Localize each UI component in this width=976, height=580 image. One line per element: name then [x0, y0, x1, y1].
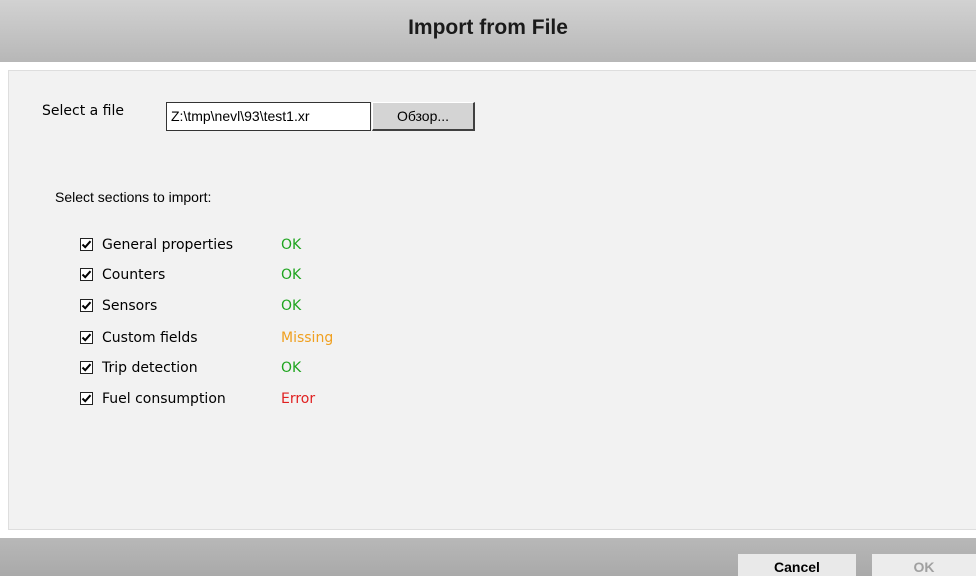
section-label: General properties: [102, 237, 234, 253]
section-status: Error: [281, 391, 316, 407]
section-status: Missing: [281, 330, 334, 346]
section-label: Custom fields: [102, 330, 198, 346]
section-status: OK: [281, 360, 302, 376]
dialog-footer: Cancel OK: [0, 538, 976, 576]
dialog-titlebar: Import from File: [0, 0, 976, 62]
select-file-label: Select a file: [42, 103, 124, 119]
ok-button[interactable]: OK: [872, 554, 976, 576]
file-path-input[interactable]: Z:\tmp\nevl\93\test1.xr: [166, 102, 371, 131]
sensors-checkbox[interactable]: [80, 299, 93, 312]
section-label: Fuel consumption: [102, 391, 226, 407]
counters-checkbox[interactable]: [80, 268, 93, 281]
section-label: Sensors: [102, 298, 158, 314]
sections-heading: Select sections to import:: [55, 189, 212, 205]
section-label: Trip detection: [102, 360, 198, 376]
dialog-title: Import from File: [408, 16, 568, 39]
section-status: OK: [281, 237, 302, 253]
browse-button[interactable]: Обзор...: [372, 102, 475, 131]
section-status: OK: [281, 267, 302, 283]
custom-fields-checkbox[interactable]: [80, 331, 93, 344]
trip-detection-checkbox[interactable]: [80, 361, 93, 374]
general-properties-checkbox[interactable]: [80, 238, 93, 251]
section-label: Counters: [102, 267, 166, 283]
section-status: OK: [281, 298, 302, 314]
fuel-consumption-checkbox[interactable]: [80, 392, 93, 405]
cancel-button[interactable]: Cancel: [738, 554, 856, 576]
